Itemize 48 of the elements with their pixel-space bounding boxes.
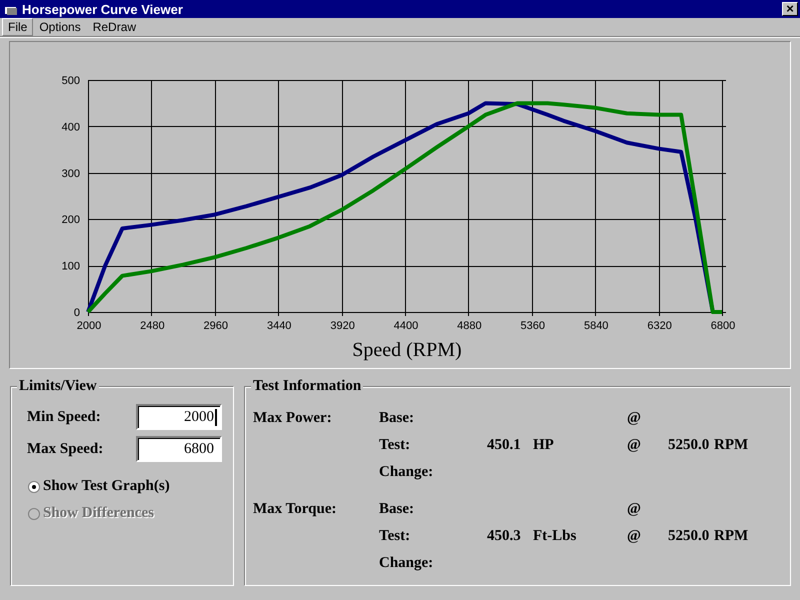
axis-tick-label: 5840	[584, 320, 608, 332]
value-text: 5250.0	[668, 528, 710, 545]
axis-tick-label: 6800	[710, 320, 736, 332]
input-field[interactable]: 2000	[136, 404, 222, 430]
row-label: Base:	[379, 501, 415, 518]
axis-tick-label: 2960	[204, 320, 228, 332]
value-text: 450.1	[487, 437, 522, 454]
value-text: 450.3	[487, 528, 522, 545]
row-label: Change:	[379, 464, 434, 481]
axis-tick-label: 4400	[394, 320, 418, 332]
axis-tick-label: 400	[62, 121, 80, 134]
axis-tick-label: 2480	[140, 320, 165, 332]
axis-title: Speed (RPM)	[352, 339, 462, 361]
axis-tick-label: 0	[74, 307, 80, 319]
window-title: Horsepower Curve Viewer	[22, 2, 184, 16]
menu-item[interactable]: Options	[33, 18, 87, 36]
axis-tick-label: 5360	[520, 320, 546, 332]
axis-tick-label: 3440	[266, 320, 292, 332]
input-field[interactable]: 6800	[136, 436, 222, 462]
row-label: Max Power:	[253, 410, 333, 427]
row-label: Test:	[379, 528, 412, 545]
axis-tick-label: 2000	[76, 320, 102, 332]
at-sign: @	[627, 528, 642, 545]
at-sign: @	[627, 437, 642, 454]
row-label: Max Torque:	[253, 501, 338, 518]
axis-tick-label: 300	[62, 168, 80, 180]
row-label: Base:	[379, 410, 415, 427]
unit-text: Ft-Lbs	[533, 528, 576, 545]
unit-text: HP	[533, 437, 554, 454]
axis-tick-label: 200	[62, 214, 80, 226]
axis-tick-label: 4880	[457, 320, 482, 332]
menu-item[interactable]: File	[2, 18, 34, 36]
axis-tick-label: 100	[62, 260, 80, 273]
at-sign: @	[627, 501, 642, 518]
row-label: Test:	[379, 437, 412, 454]
field-label: Max Speed:	[27, 440, 104, 458]
field-label: Min Speed:	[27, 408, 102, 426]
row-label: Change:	[379, 555, 434, 572]
radio-option[interactable]: Show Test Graph(s)	[28, 478, 170, 495]
axis-tick-label: 6320	[647, 320, 672, 332]
at-sign: @	[627, 410, 642, 427]
unit-text: RPM	[714, 437, 748, 454]
axis-tick-label: 500	[62, 75, 80, 87]
unit-text: RPM	[714, 528, 748, 545]
menu-item[interactable]: ReDraw	[86, 18, 142, 36]
close-button[interactable]: ×	[782, 2, 798, 16]
value-text: 5250.0	[668, 437, 710, 454]
axis-tick-label: 3920	[330, 320, 355, 332]
